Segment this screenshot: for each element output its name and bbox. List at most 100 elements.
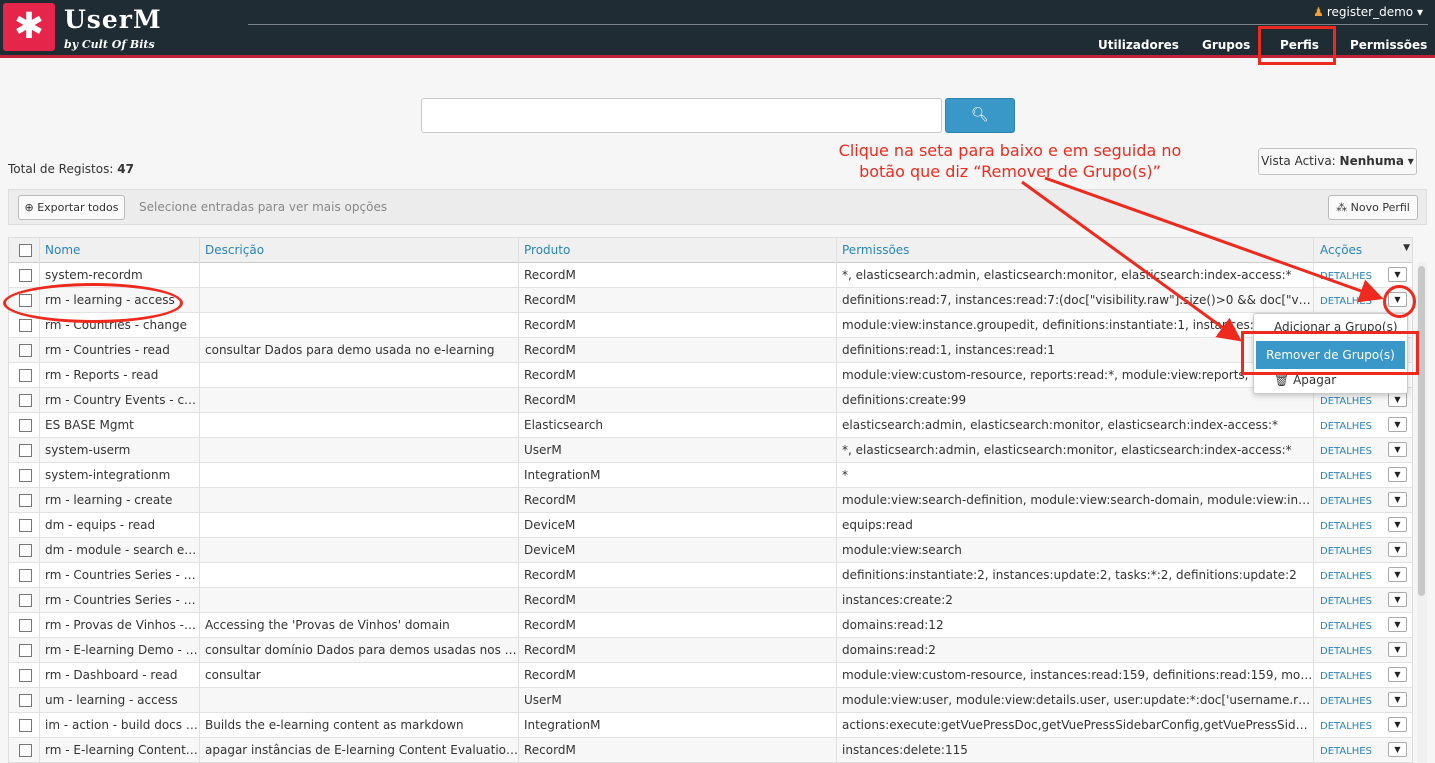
cell-permissoes: elasticsearch:admin, elasticsearch:monit… (836, 413, 1313, 438)
table-row[interactable]: rm - learning - access RecordM definitions… (9, 288, 1412, 313)
table-row[interactable]: im - action - build docs markdownBuilds … (9, 713, 1412, 738)
table-row[interactable]: dm - equips - read DeviceM equips:read DETA… (9, 513, 1412, 538)
row-checkbox[interactable] (19, 519, 32, 532)
row-actions-caret-icon[interactable]: ▼ (1388, 667, 1407, 682)
search-input[interactable] (421, 98, 942, 133)
details-link[interactable]: DETALHES (1320, 671, 1372, 682)
table-row[interactable]: dm - module - search equips DeviceMmodule… (9, 538, 1412, 563)
export-all-button[interactable]: ⊕ Exportar todos (18, 195, 125, 220)
user-menu[interactable]: ♟ register_demo ▾ (1313, 5, 1423, 19)
row-checkbox[interactable] (19, 319, 32, 332)
row-actions-caret-icon[interactable]: ▼ (1388, 542, 1407, 557)
table-row[interactable]: rm - learning - create RecordM module:view… (9, 488, 1412, 513)
row-actions-caret-icon[interactable]: ▼ (1388, 692, 1407, 707)
details-link[interactable]: DETALHES (1320, 646, 1372, 657)
row-checkbox[interactable] (19, 544, 32, 557)
new-profile-button[interactable]: ⁂ Novo Perfil (1328, 195, 1418, 220)
table-row[interactable]: rm - Countries - change RecordM module:vie… (9, 313, 1412, 338)
cell-accoes: DETALHES ▼ (1313, 463, 1412, 488)
row-actions-caret-icon[interactable]: ▼ (1388, 517, 1407, 532)
table-row[interactable]: rm - Countries Series - create RecordMins… (9, 588, 1412, 613)
row-checkbox[interactable] (19, 394, 32, 407)
row-actions-caret-icon[interactable]: ▼ (1388, 392, 1407, 407)
row-actions-caret-icon[interactable]: ▼ (1388, 617, 1407, 632)
table-row[interactable]: ES BASE Mgmt Elasticsearch elasticsearch:a… (9, 413, 1412, 438)
cell-produto: RecordM (518, 613, 836, 638)
row-checkbox[interactable] (19, 419, 32, 432)
details-link[interactable]: DETALHES (1320, 621, 1372, 632)
col-header-nome[interactable]: Nome (39, 238, 199, 263)
table-row[interactable]: rm - E-learning Demo - domainconsultar d… (9, 638, 1412, 663)
scrollbar-thumb[interactable] (1418, 266, 1425, 596)
details-link[interactable]: DETALHES (1320, 296, 1372, 307)
nav-utilizadores[interactable]: Utilizadores (1098, 38, 1179, 52)
cell-accoes: DETALHES ▼ (1313, 488, 1412, 513)
nav-permissoes[interactable]: Permissões (1350, 38, 1427, 52)
table-row[interactable]: system-userm UserM *, elasticsearch:admin,… (9, 438, 1412, 463)
row-checkbox[interactable] (19, 469, 32, 482)
details-link[interactable]: DETALHES (1320, 471, 1372, 482)
table-row[interactable]: rm - Provas de Vinhos - domainAccessing … (9, 613, 1412, 638)
header-divider (248, 24, 1428, 25)
active-view-dropdown[interactable]: Vista Activa: Nenhuma ▾ (1258, 148, 1417, 175)
search-button[interactable]: 🔍︎ (945, 98, 1015, 133)
col-header-permissoes[interactable]: Permissões (836, 238, 1313, 263)
row-checkbox[interactable] (19, 694, 32, 707)
row-checkbox[interactable] (19, 569, 32, 582)
table-row[interactable]: system-recordm RecordM *, elasticsearch:ad… (9, 263, 1412, 288)
col-header-descricao[interactable]: Descrição (199, 238, 518, 263)
details-link[interactable]: DETALHES (1320, 496, 1372, 507)
col-header-produto[interactable]: Produto (518, 238, 836, 263)
row-checkbox[interactable] (19, 719, 32, 732)
row-actions-caret-icon[interactable]: ▼ (1388, 442, 1407, 457)
details-link[interactable]: DETALHES (1320, 421, 1372, 432)
details-link[interactable]: DETALHES (1320, 721, 1372, 732)
table-row[interactable]: um - learning - access UserM module:view:u… (9, 688, 1412, 713)
row-checkbox[interactable] (19, 594, 32, 607)
row-checkbox[interactable] (19, 444, 32, 457)
details-link[interactable]: DETALHES (1320, 596, 1372, 607)
row-checkbox[interactable] (19, 344, 32, 357)
row-actions-caret-icon[interactable]: ▼ (1388, 417, 1407, 432)
row-actions-caret-icon[interactable]: ▼ (1388, 567, 1407, 582)
highlight-row-ellipse (3, 283, 183, 323)
asterisk-logo-icon[interactable]: ✱ (3, 3, 55, 51)
row-checkbox[interactable] (19, 619, 32, 632)
row-actions-caret-icon[interactable]: ▼ (1388, 742, 1407, 757)
column-menu-caret-icon[interactable]: ▼ (1403, 243, 1410, 253)
row-actions-caret-icon[interactable]: ▼ (1388, 492, 1407, 507)
table-row[interactable]: rm - Country Events - create RecordM defin… (9, 388, 1412, 413)
row-actions-caret-icon[interactable]: ▼ (1388, 642, 1407, 657)
select-all-checkbox[interactable] (19, 244, 32, 257)
row-actions-caret-icon[interactable]: ▼ (1388, 467, 1407, 482)
details-link[interactable]: DETALHES (1320, 271, 1372, 282)
details-link[interactable]: DETALHES (1320, 446, 1372, 457)
cell-accoes: DETALHES ▼ (1313, 588, 1412, 613)
table-row[interactable]: rm - Countries - read consultar Dados par… (9, 338, 1412, 363)
details-link[interactable]: DETALHES (1320, 571, 1372, 582)
row-actions-caret-icon[interactable]: ▼ (1388, 592, 1407, 607)
row-checkbox[interactable] (19, 269, 32, 282)
menu-delete[interactable]: 🗑︎ Apagar (1274, 373, 1336, 387)
row-checkbox[interactable] (19, 669, 32, 682)
row-checkbox[interactable] (19, 494, 32, 507)
table-row[interactable]: system-integrationm IntegrationM * DETALHES… (9, 463, 1412, 488)
row-actions-caret-icon[interactable]: ▼ (1388, 267, 1407, 282)
nav-grupos[interactable]: Grupos (1202, 38, 1250, 52)
row-select-cell (9, 688, 39, 713)
row-select-cell (9, 463, 39, 488)
table-row[interactable]: rm - Countries Series - change RecordMdef… (9, 563, 1412, 588)
details-link[interactable]: DETALHES (1320, 696, 1372, 707)
table-row[interactable]: rm - E-learning Content Evaluationsapaga… (9, 738, 1412, 762)
row-checkbox[interactable] (19, 644, 32, 657)
table-row[interactable]: rm - Reports - read RecordM module:view:cu… (9, 363, 1412, 388)
row-actions-caret-icon[interactable]: ▼ (1388, 717, 1407, 732)
cell-nome: dm - module - search equips (39, 538, 199, 563)
details-link[interactable]: DETALHES (1320, 396, 1372, 407)
row-checkbox[interactable] (19, 369, 32, 382)
details-link[interactable]: DETALHES (1320, 546, 1372, 557)
details-link[interactable]: DETALHES (1320, 521, 1372, 532)
table-row[interactable]: rm - Dashboard - read consultar RecordM mod… (9, 663, 1412, 688)
details-link[interactable]: DETALHES (1320, 746, 1372, 757)
row-checkbox[interactable] (19, 744, 32, 757)
